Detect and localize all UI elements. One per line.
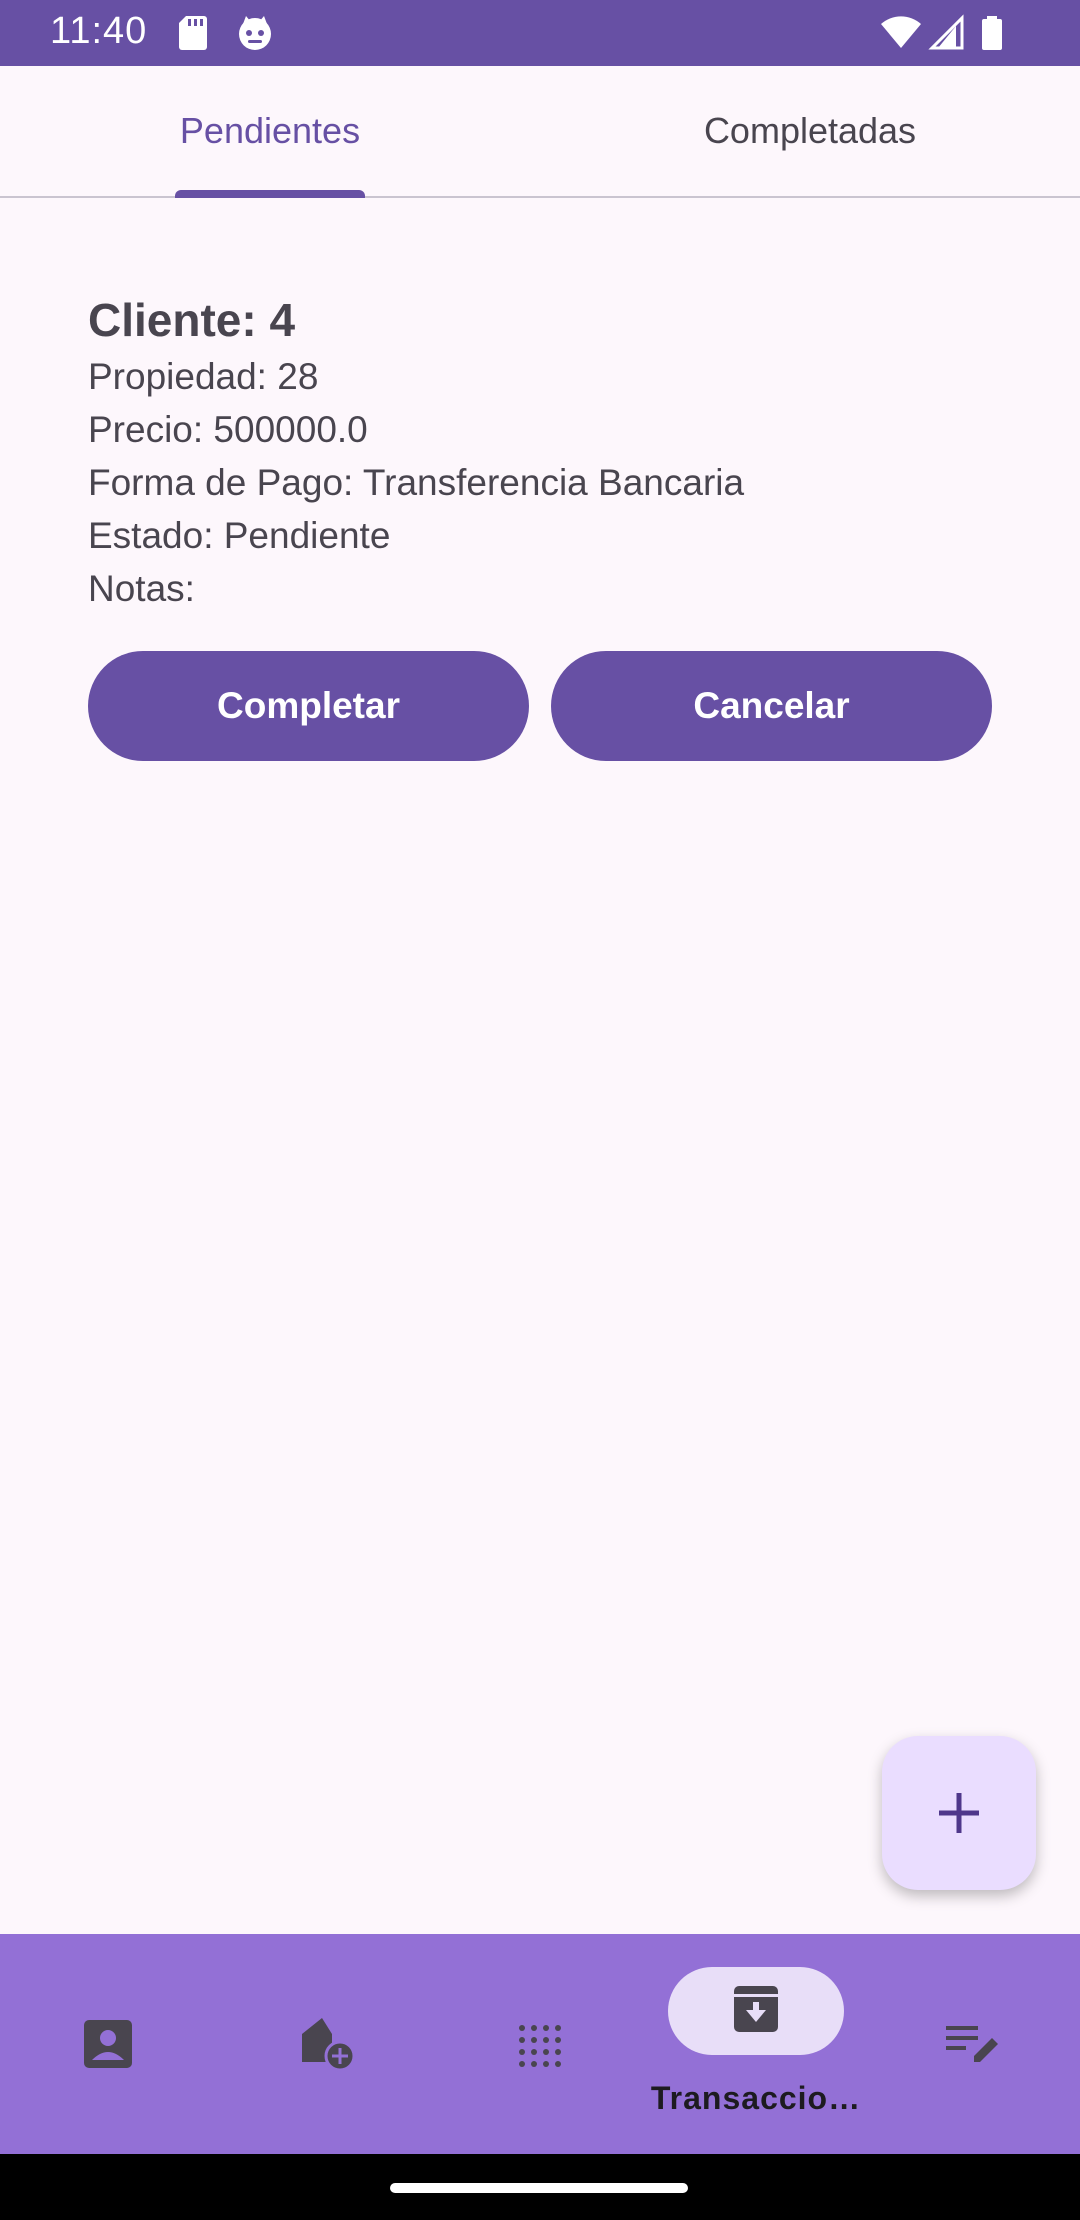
notes-text: Notas: [88,568,195,609]
cat-icon [239,16,271,50]
edit-note-icon [946,2026,998,2062]
nav-item-transactions[interactable] [648,1934,864,2154]
price-text: Precio: 500000.0 [88,409,368,450]
nav-item-clients[interactable] [0,1934,216,2154]
add-transaction-fab[interactable] [882,1736,1036,1890]
nav-item-grid[interactable] [432,1934,648,2154]
nav-label-transactions: Transaccio… [650,2080,862,2116]
status-bar: 11:40 [0,0,1080,66]
tab-pendientes[interactable]: Pendientes [0,66,540,196]
tab-row: Pendientes Completadas [0,66,1080,198]
complete-button[interactable]: Completar [88,651,529,761]
gesture-handle[interactable] [390,2183,688,2193]
tab-indicator [175,190,365,198]
payment-method-text: Forma de Pago: Transferencia Bancaria [88,462,745,503]
dot-grid-icon [519,2025,561,2067]
sd-card-icon [179,16,207,50]
nav-item-properties[interactable] [216,1934,432,2154]
battery-icon [982,16,1002,50]
add-icon [939,1793,979,1833]
archive-icon [734,1986,778,2032]
bottom-navigation: Transaccio… [0,1934,1080,2154]
contact-icon [84,2020,132,2068]
add-home-icon [302,2018,356,2072]
status-text: Estado: Pendiente [88,515,391,556]
property-text: Propiedad: 28 [88,356,319,397]
transaction-card: Cliente: 4 Propiedad: 28 Precio: 500000.… [88,290,1008,615]
client-title: Cliente: 4 [88,294,296,346]
signal-icon [928,14,964,50]
tab-completadas[interactable]: Completadas [540,66,1080,196]
nav-item-notes[interactable] [864,1934,1080,2154]
cancel-button[interactable]: Cancelar [551,651,992,761]
status-time: 11:40 [50,10,148,52]
wifi-icon [881,16,921,48]
